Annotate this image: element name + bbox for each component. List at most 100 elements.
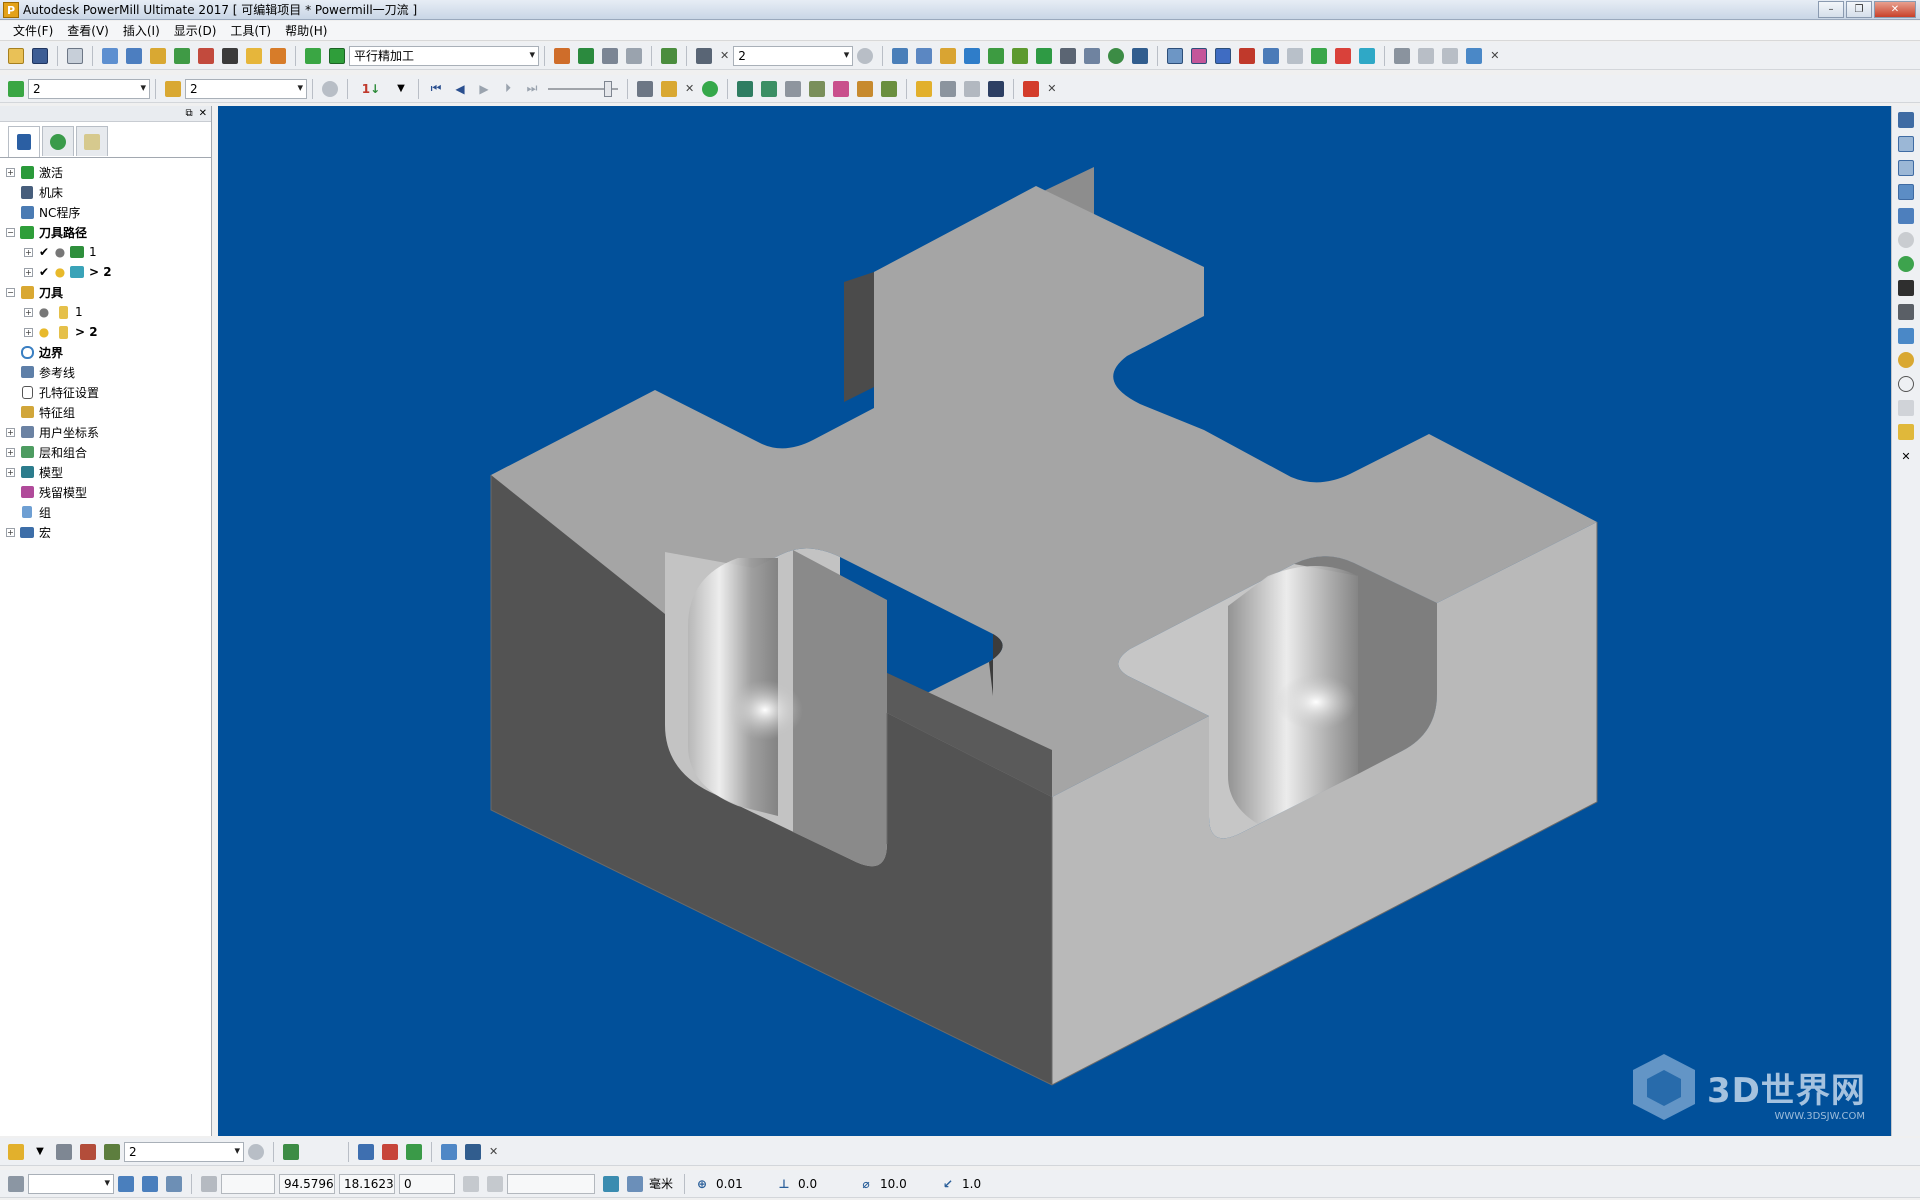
leads-links-button[interactable] <box>171 45 193 67</box>
copy-button[interactable] <box>1081 45 1103 67</box>
holder-button[interactable] <box>1439 45 1461 67</box>
stock-reset-button[interactable] <box>878 78 900 100</box>
layers-button[interactable] <box>1033 45 1055 67</box>
shading-button[interactable] <box>854 45 876 67</box>
tool-combo[interactable]: 2 <box>124 1141 244 1162</box>
coord-mode-button[interactable] <box>460 1173 482 1195</box>
measure-button[interactable] <box>623 45 645 67</box>
toolpath-strategy-button[interactable] <box>302 45 324 67</box>
tree-item-toolpaths[interactable]: − 刀具路径 <box>6 222 211 242</box>
stock-plain-button[interactable] <box>782 78 804 100</box>
workplane-c-button[interactable] <box>163 1173 185 1195</box>
view-cyan-button[interactable] <box>1356 45 1378 67</box>
help-select-button[interactable] <box>1896 422 1916 442</box>
dock-icon[interactable]: ⧉ <box>185 108 192 119</box>
simulation-speed-slider[interactable] <box>548 79 618 99</box>
open-project-button[interactable] <box>5 45 27 67</box>
pattern-button[interactable] <box>937 45 959 67</box>
search-button[interactable] <box>1391 45 1413 67</box>
probe-button[interactable] <box>1415 45 1437 67</box>
view-right-button[interactable] <box>1896 158 1916 178</box>
tool-holder-button[interactable] <box>913 78 935 100</box>
tool-select-button[interactable] <box>162 78 184 100</box>
tree-item-hole-feature-sets[interactable]: 孔特征设置 <box>6 382 211 402</box>
step-back-button[interactable]: ◀ <box>449 78 471 100</box>
toolbar-close-icon[interactable]: ✕ <box>489 1145 498 1158</box>
view-tool-button[interactable] <box>1284 45 1306 67</box>
go-start-button[interactable]: ⏮ <box>425 78 447 100</box>
stock-cut-button[interactable] <box>806 78 828 100</box>
sim-settings-button[interactable] <box>634 78 656 100</box>
tool-select[interactable]: 2 <box>185 78 307 99</box>
snap-field[interactable] <box>507 1173 595 1194</box>
expand-icon[interactable]: + <box>6 167 15 177</box>
tree-item-tool-2[interactable]: + ● > 2 <box>6 322 211 342</box>
snap-button[interactable] <box>484 1173 506 1195</box>
tree-item-groups[interactable]: 组 <box>6 502 211 522</box>
tree-item-nc-programs[interactable]: NC程序 <box>6 202 211 222</box>
tool-assembly-button[interactable] <box>101 1141 123 1163</box>
view-red-button[interactable] <box>1332 45 1354 67</box>
view-front-button[interactable] <box>1896 134 1916 154</box>
toolbar-close-icon[interactable]: ✕ <box>1047 82 1056 95</box>
feeds-speeds-button[interactable] <box>280 1141 302 1163</box>
toolpath-combo[interactable]: 2 <box>733 45 854 66</box>
toolpath-verify-button[interactable] <box>575 45 597 67</box>
create-tool-button[interactable] <box>5 1141 27 1163</box>
sim-report-button[interactable] <box>658 78 680 100</box>
boundary-edit-button[interactable] <box>379 1141 401 1163</box>
tree-item-tool-1[interactable]: + ● 1 <box>6 302 211 322</box>
expand-icon[interactable]: + <box>6 467 15 477</box>
delete-button[interactable] <box>1129 45 1151 67</box>
tab-recycle[interactable] <box>76 126 108 156</box>
expand-icon[interactable]: + <box>24 247 33 257</box>
workplane-combo[interactable] <box>28 1173 114 1194</box>
expand-icon[interactable]: + <box>6 447 15 457</box>
tree-item-boundaries[interactable]: 边界 <box>6 342 211 362</box>
flowline-button[interactable] <box>1009 45 1031 67</box>
block-view-button[interactable] <box>1896 326 1916 346</box>
stock-gouge-button[interactable] <box>854 78 876 100</box>
view-green-button[interactable] <box>1308 45 1330 67</box>
tree-item-macros[interactable]: + 宏 <box>6 522 211 542</box>
tab-explorer[interactable] <box>8 126 40 157</box>
workplane-b-button[interactable] <box>139 1173 161 1195</box>
tool-shade-button[interactable] <box>245 1141 267 1163</box>
start-end-button[interactable] <box>195 45 217 67</box>
create-tool-dropdown[interactable]: ▼ <box>29 1141 51 1163</box>
expand-icon[interactable]: + <box>24 267 33 277</box>
close-button[interactable]: ✕ <box>1874 1 1916 18</box>
stop-button[interactable] <box>1020 78 1042 100</box>
strategy-combo[interactable]: 平行精加工 <box>349 45 539 66</box>
diameter-button[interactable]: ⌀ <box>855 1173 877 1195</box>
mesh-toggle-button[interactable] <box>889 45 911 67</box>
minimize-button[interactable]: – <box>1818 1 1844 18</box>
view-shaded-button[interactable] <box>1164 45 1186 67</box>
stock-snap-button[interactable] <box>937 78 959 100</box>
maximize-button[interactable]: ❐ <box>1846 1 1872 18</box>
light-button[interactable] <box>319 78 341 100</box>
stock-save-button[interactable] <box>985 78 1007 100</box>
play-button[interactable]: ▶ <box>473 78 495 100</box>
toolpath-select-button[interactable] <box>5 78 27 100</box>
stepover-button[interactable]: ↙ <box>937 1173 959 1195</box>
surface-button[interactable] <box>985 45 1007 67</box>
menu-insert[interactable]: 插入(I) <box>116 22 167 39</box>
measure-units-button[interactable] <box>624 1173 646 1195</box>
shaded-view-button[interactable] <box>1896 350 1916 370</box>
toolpath-select[interactable]: 2 <box>28 78 150 99</box>
tree-item-levels-sets[interactable]: + 层和组合 <box>6 442 211 462</box>
tool-database-button[interactable] <box>243 45 265 67</box>
tree-item-toolpath-1[interactable]: + ✔ ● 1 <box>6 242 211 262</box>
view-iso-button[interactable] <box>1896 206 1916 226</box>
go-end-button[interactable]: ⏭ <box>521 78 543 100</box>
expand-icon[interactable]: + <box>6 427 15 437</box>
view-normals-button[interactable] <box>1260 45 1282 67</box>
boundary-delete-button[interactable] <box>403 1141 425 1163</box>
menu-display[interactable]: 显示(D) <box>167 22 224 39</box>
refresh-view-button[interactable] <box>1896 254 1916 274</box>
collapse-icon[interactable]: − <box>6 287 15 297</box>
view-wire-button[interactable] <box>1212 45 1234 67</box>
pattern-edit-button[interactable] <box>438 1141 460 1163</box>
fit-button[interactable] <box>658 45 680 67</box>
